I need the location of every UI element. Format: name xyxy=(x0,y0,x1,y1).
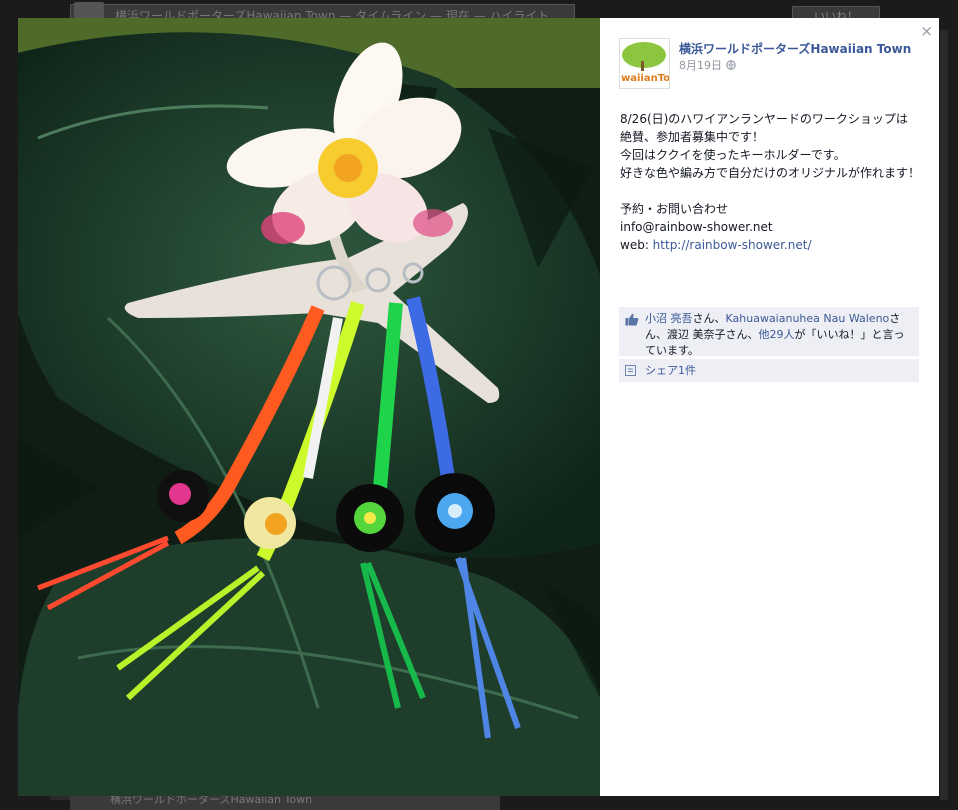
contact-web: web: http://rainbow-shower.net/ xyxy=(620,236,930,254)
thumbs-up-icon xyxy=(625,313,639,326)
post-line: 絶賛、参加者募集中です！ xyxy=(620,130,765,144)
close-icon[interactable]: × xyxy=(920,22,933,40)
contact-heading: 予約・お問い合わせ xyxy=(620,202,729,216)
post-message: 8/26(日)のハワイアンランヤードのワークショップは 絶賛、参加者募集中です！… xyxy=(620,110,930,254)
share-count-row[interactable]: シェア1件 xyxy=(619,359,919,382)
liker-link[interactable]: 小沼 亮吾 xyxy=(645,312,693,325)
post-date: 8月19日 xyxy=(679,57,736,73)
web-link[interactable]: http://rainbow-shower.net/ xyxy=(653,238,812,252)
share-icon xyxy=(625,365,636,376)
lanyard-photo xyxy=(18,18,600,796)
page-logo[interactable]: waiianTo xyxy=(619,38,670,89)
page-name-link[interactable]: 横浜ワールドポーターズHawaiian Town xyxy=(679,40,911,57)
background-right-strip xyxy=(940,30,948,800)
other-likers-link[interactable]: 他29人 xyxy=(759,328,795,341)
share-count-label[interactable]: シェア1件 xyxy=(645,364,696,377)
page-logo-text: waiianTo xyxy=(621,73,670,84)
likes-summary: 小沼 亮吾さん、Kahuawaianuhea Nau Walenoさん、渡辺 美… xyxy=(619,307,919,357)
likes-separator: さん、 xyxy=(692,312,726,325)
post-line: 8/26(日)のハワイアンランヤードのワークショップは xyxy=(620,112,908,126)
globe-icon xyxy=(726,60,736,70)
web-label: web: xyxy=(620,238,653,252)
post-info-panel: × waiianTo 横浜ワールドポーターズHawaiian Town 8月19… xyxy=(600,18,939,796)
contact-email: info@rainbow-shower.net xyxy=(620,220,773,234)
photo-viewer[interactable] xyxy=(18,18,600,796)
post-date-text[interactable]: 8月19日 xyxy=(679,57,722,73)
post-line: 今回はククイを使ったキーホルダーです。 xyxy=(620,148,846,162)
post-line: 好きな色や編み方で自分だけのオリジナルが作れます！ xyxy=(620,166,921,180)
liker-link[interactable]: Kahuawaianuhea Nau Waleno xyxy=(726,312,890,325)
